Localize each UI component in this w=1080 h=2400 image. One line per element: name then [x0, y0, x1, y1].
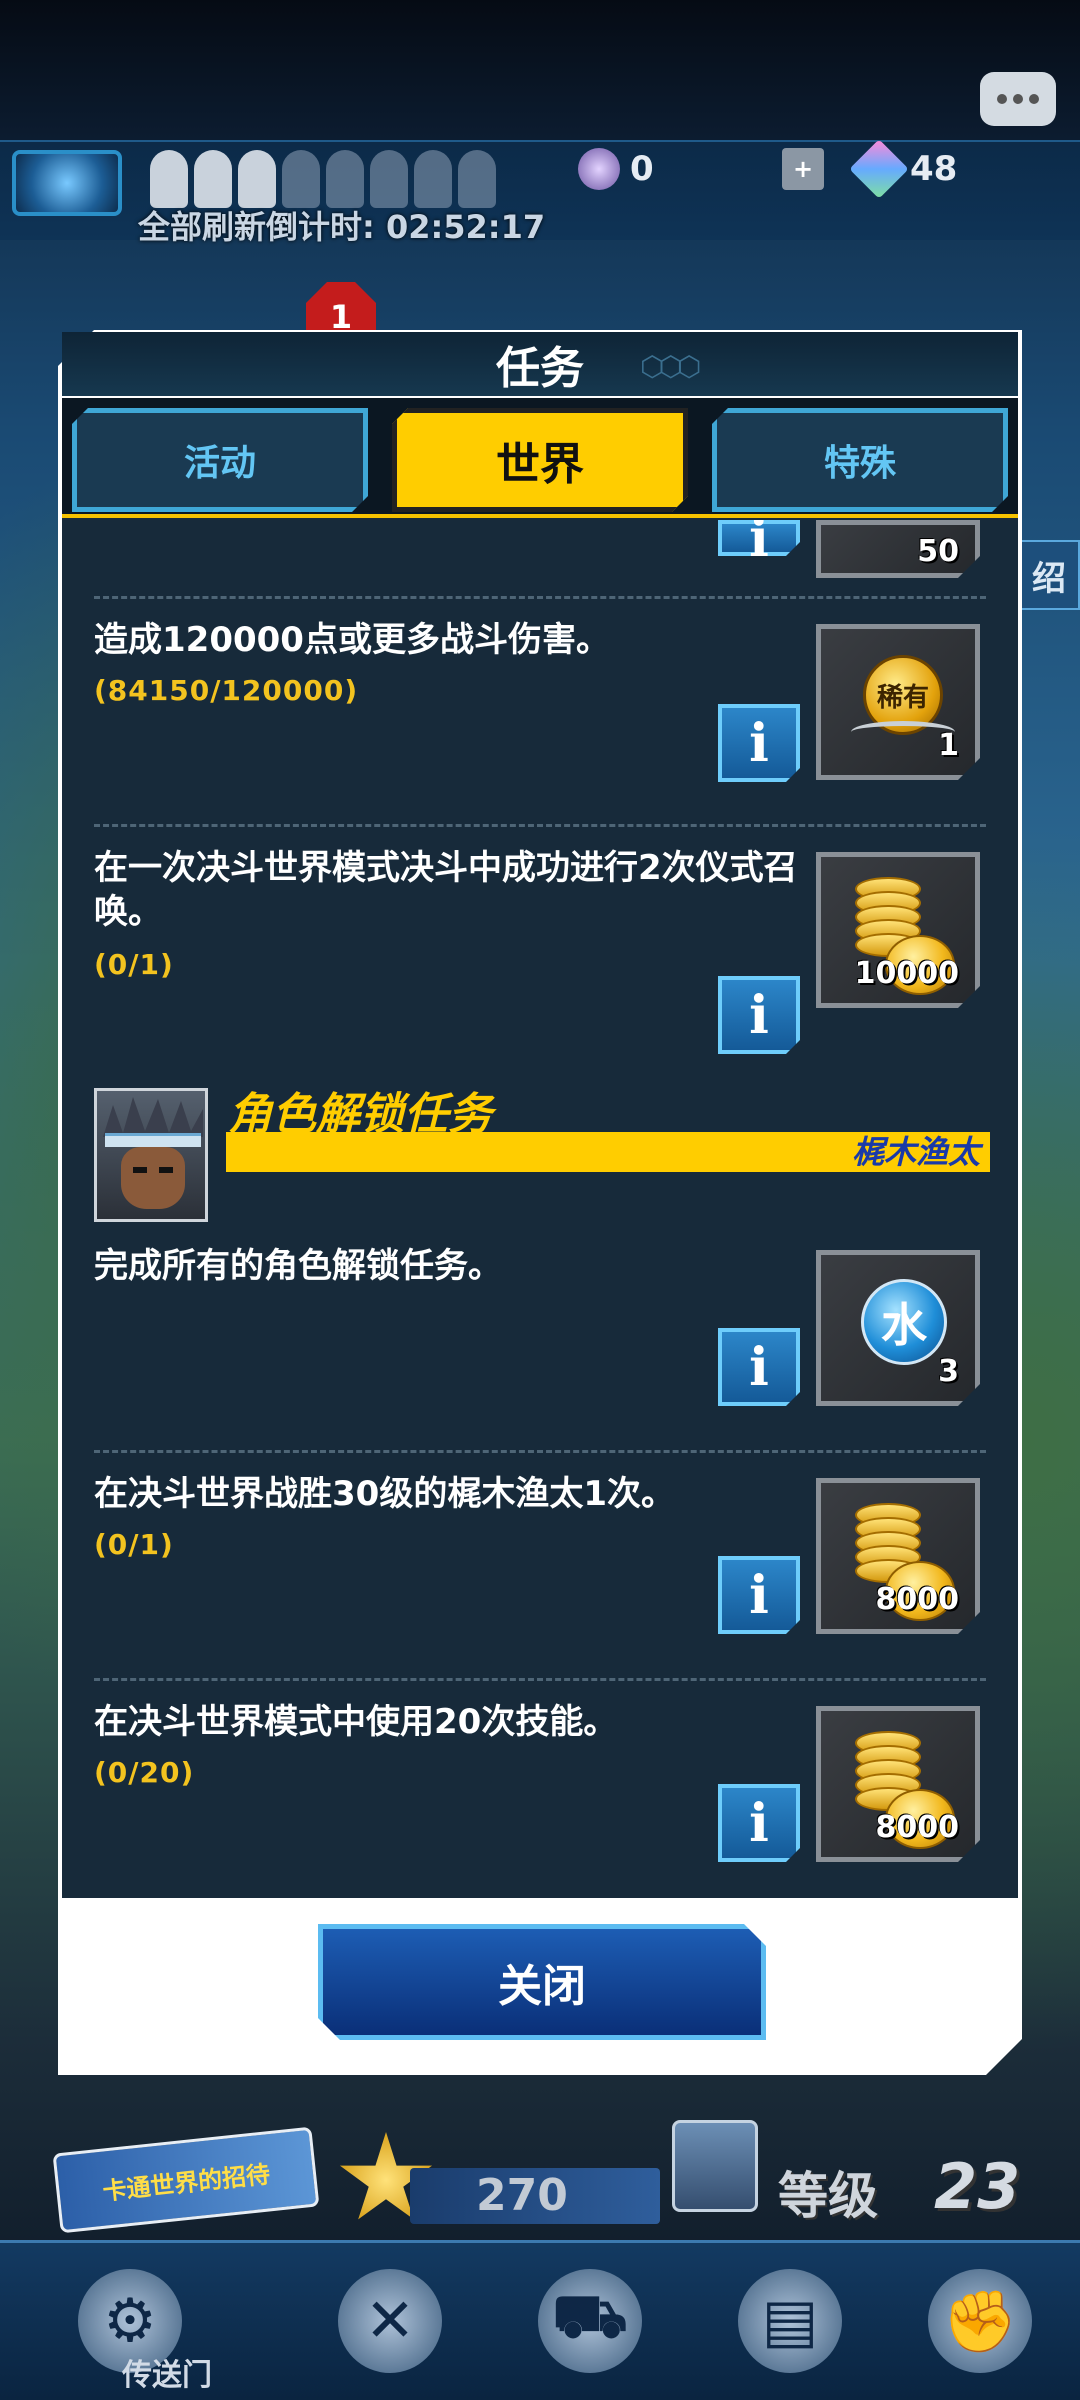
- reward-quantity: 10000: [854, 956, 959, 991]
- mission-progress: (0/1): [94, 1528, 174, 1561]
- reward-quantity: 8000: [875, 1582, 959, 1617]
- duelist-slot-icon: [370, 150, 408, 208]
- level-label: 等级: [778, 2167, 878, 2225]
- info-button[interactable]: i: [718, 704, 800, 782]
- reward-box[interactable]: 10000: [816, 852, 980, 1008]
- mission-description: 在决斗世界模式中使用20次技能。: [94, 1702, 618, 1742]
- mission-description: 造成120000点或更多战斗伤害。: [94, 620, 610, 660]
- info-button[interactable]: i: [718, 1784, 800, 1862]
- character-name: 梶木渔太: [851, 1133, 980, 1171]
- close-button[interactable]: 关闭: [318, 1924, 766, 2040]
- info-button[interactable]: i: [718, 1556, 800, 1634]
- currency-orb-value: 0: [630, 149, 654, 189]
- add-gems-button[interactable]: +: [782, 148, 824, 190]
- duelist-slot-icon: [282, 150, 320, 208]
- duelist-slot-icon: [194, 150, 232, 208]
- water-orb-icon: 水: [861, 1279, 947, 1365]
- info-button[interactable]: i: [718, 976, 800, 1054]
- reward-box[interactable]: 稀有 1: [816, 624, 980, 780]
- mission-description: 在一次决斗世界模式决斗中成功进行2次仪式召唤。: [94, 848, 798, 932]
- globe-button[interactable]: [12, 150, 122, 216]
- mission-divider: [94, 596, 986, 599]
- tab-world[interactable]: 世界: [392, 408, 688, 512]
- mission-divider: [94, 824, 986, 827]
- mission-divider: [94, 1450, 986, 1453]
- reward-quantity: 8000: [875, 1810, 959, 1845]
- duelist-slot-icon: [238, 150, 276, 208]
- deck-icon[interactable]: [672, 2120, 758, 2212]
- character-name-bar: 梶木渔太: [226, 1132, 990, 1172]
- reward-label: 水: [881, 1298, 927, 1352]
- plus-icon: +: [782, 148, 824, 190]
- mission-divider: [94, 1678, 986, 1681]
- hexagon-decoration-icon: ⬡⬡⬡: [640, 350, 701, 383]
- nav-gate-label: 传送门: [122, 2358, 212, 2393]
- top-bar: [0, 0, 1080, 140]
- duelist-slot-icon: [458, 150, 496, 208]
- mission-progress: (0/20): [94, 1756, 195, 1789]
- info-button[interactable]: i: [718, 520, 800, 556]
- info-button[interactable]: i: [718, 1328, 800, 1406]
- reward-label: 稀有: [876, 682, 929, 713]
- tab-special[interactable]: 特殊: [712, 408, 1008, 512]
- orb-icon: [578, 148, 620, 190]
- mission-progress: (0/1): [94, 948, 174, 981]
- duelist-slot-icon: [414, 150, 452, 208]
- gem-icon: [849, 139, 909, 199]
- reward-quantity: 3: [938, 1354, 959, 1389]
- mission-description: 完成所有的角色解锁任务。: [94, 1246, 502, 1286]
- side-tab-right[interactable]: 绍: [1018, 540, 1080, 610]
- character-portrait: [94, 1088, 208, 1222]
- mission-progress: (84150/120000): [94, 674, 359, 707]
- duelist-slots: [150, 150, 496, 208]
- reward-box[interactable]: 水 3: [816, 1250, 980, 1406]
- tab-events[interactable]: 活动: [72, 408, 368, 512]
- nav-duel[interactable]: ✕: [300, 2256, 480, 2386]
- cards-icon: ▤: [738, 2269, 842, 2373]
- shopping-cart-icon: ⛟: [538, 2269, 642, 2373]
- chat-button[interactable]: [980, 72, 1056, 126]
- currency-gems: 48: [849, 139, 958, 199]
- reward-quantity: 1: [938, 728, 959, 763]
- reward-box[interactable]: 8000: [816, 1478, 980, 1634]
- nav-shop[interactable]: ⛟: [500, 2256, 680, 2386]
- reward-box[interactable]: 50: [816, 520, 980, 578]
- nav-guild[interactable]: ✊: [890, 2256, 1070, 2386]
- refresh-countdown: 全部刷新倒计时: 02:52:17: [138, 208, 546, 246]
- modal-title: 任务: [62, 332, 1018, 396]
- emblem-icon: ✊: [928, 2269, 1032, 2373]
- duelist-slot-icon: [326, 150, 364, 208]
- currency-gems-value: 48: [910, 149, 958, 189]
- duelist-slot-icon: [150, 150, 188, 208]
- nav-deck[interactable]: ▤: [700, 2256, 880, 2386]
- mission-description: 在决斗世界战胜30级的梶木渔太1次。: [94, 1474, 675, 1514]
- points-value: 270: [476, 2170, 568, 2221]
- reward-box[interactable]: 8000: [816, 1706, 980, 1862]
- level-value: 23: [934, 2150, 1021, 2223]
- currency-orb: 0: [578, 148, 654, 190]
- crossed-swords-icon: ✕: [338, 2269, 442, 2373]
- reward-quantity: 50: [917, 534, 959, 569]
